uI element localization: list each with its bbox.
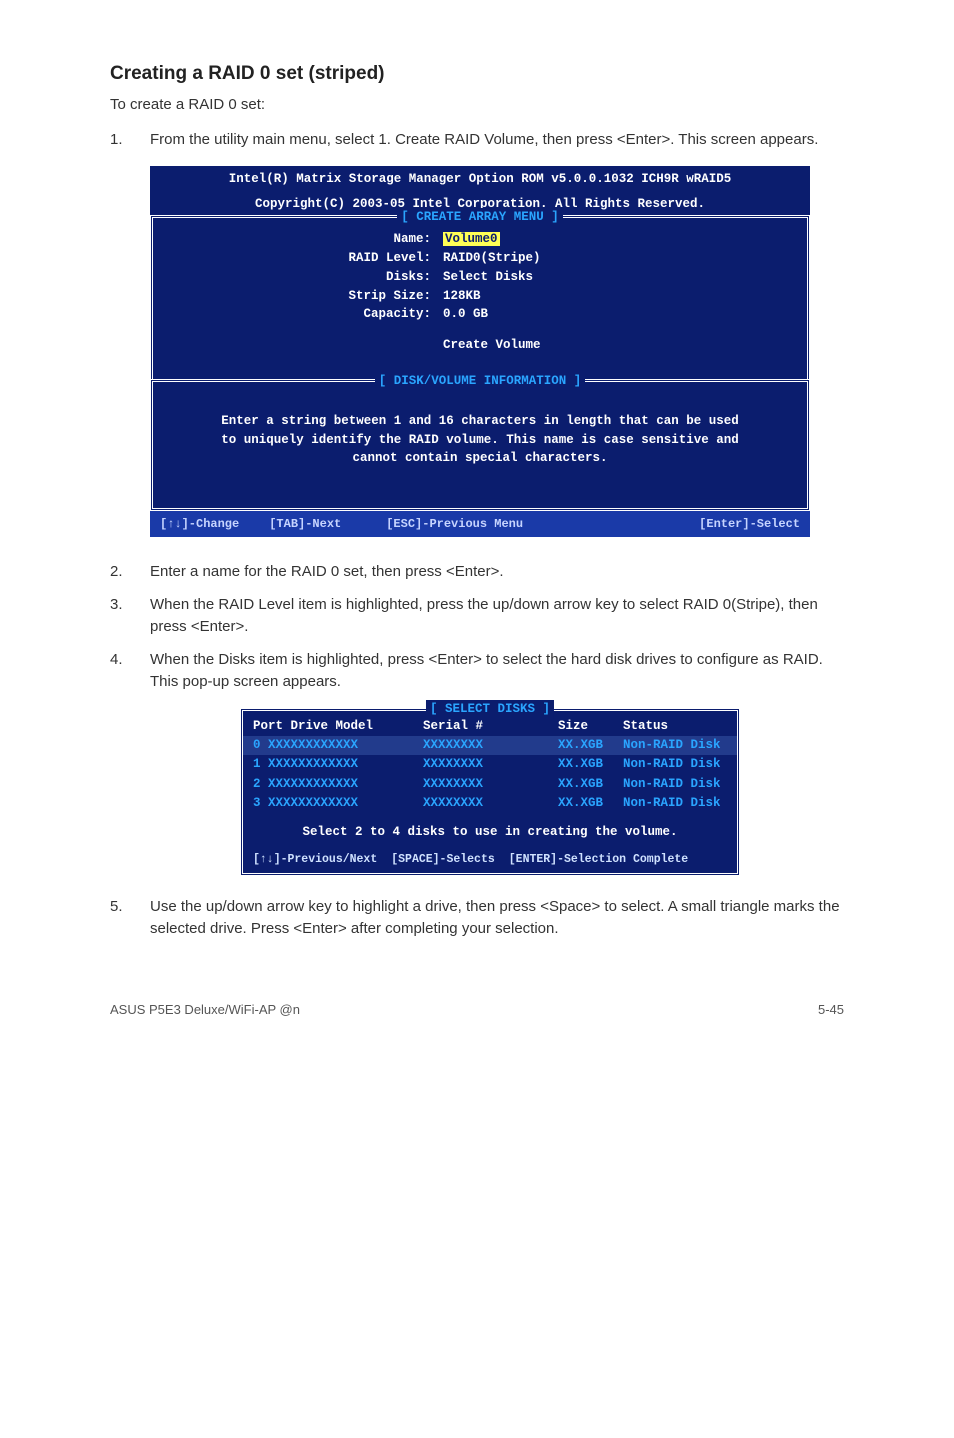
disk-serial: XXXXXXXX — [423, 755, 558, 774]
disk-size: XX.XGB — [558, 775, 623, 794]
step-3-text: When the RAID Level item is highlighted,… — [150, 594, 844, 639]
col-size-header: Size — [558, 717, 623, 736]
step-4-text: When the Disks item is highlighted, pres… — [150, 649, 844, 694]
disks-footer-prevnext: [↑↓]-Previous/Next — [253, 851, 377, 869]
disks-footer-complete: [ENTER]-Selection Complete — [509, 851, 688, 869]
info-line2: to uniquely identify the RAID volume. Th… — [173, 431, 787, 450]
field-capacity-value[interactable]: 0.0 GB — [443, 305, 797, 324]
page-footer: ASUS P5E3 Deluxe/WiFi-AP @n 5-45 — [110, 1001, 844, 1020]
step-2-text: Enter a name for the RAID 0 set, then pr… — [150, 561, 844, 584]
disk-status: Non-RAID Disk — [623, 755, 727, 774]
disk-serial: XXXXXXXX — [423, 775, 558, 794]
select-disks-title: [ SELECT DISKS ] — [426, 700, 554, 719]
disk-status: Non-RAID Disk — [623, 775, 727, 794]
disk-port: 2 XXXXXXXXXXXX — [253, 775, 423, 794]
info-line3: cannot contain special characters. — [173, 449, 787, 468]
create-array-menu-label: [ CREATE ARRAY MENU ] — [397, 208, 563, 227]
field-capacity-label: Capacity: — [163, 305, 443, 324]
step-5-text: Use the up/down arrow key to highlight a… — [150, 896, 844, 941]
footer-left: ASUS P5E3 Deluxe/WiFi-AP @n — [110, 1001, 300, 1020]
disk-row[interactable]: 2 XXXXXXXXXXXX XXXXXXXX XX.XGB Non-RAID … — [253, 775, 727, 794]
bios-create-array-panel: Intel(R) Matrix Storage Manager Option R… — [150, 166, 810, 537]
step-number: 5. — [110, 896, 150, 941]
col-serial-header: Serial # — [423, 717, 558, 736]
select-disks-panel: [ SELECT DISKS ] Port Drive Model Serial… — [240, 708, 740, 876]
disk-row[interactable]: 0 XXXXXXXXXXXX XXXXXXXX XX.XGB Non-RAID … — [243, 736, 737, 755]
info-line1: Enter a string between 1 and 16 characte… — [173, 412, 787, 431]
field-disks-label: Disks: — [163, 268, 443, 287]
disks-header-row: Port Drive Model Serial # Size Status — [253, 717, 727, 736]
step-1-text: From the utility main menu, select 1. Cr… — [150, 129, 844, 152]
bios-footer-bar: [↑↓]-Change [TAB]-Next [ESC]-Previous Me… — [150, 511, 810, 537]
footer-prev: [ESC]-Previous Menu — [386, 515, 523, 533]
disk-port: 1 XXXXXXXXXXXX — [253, 755, 423, 774]
field-stripsize-value[interactable]: 128KB — [443, 287, 797, 306]
disks-info-text: Select 2 to 4 disks to use in creating t… — [253, 813, 727, 848]
disk-row[interactable]: 3 XXXXXXXXXXXX XXXXXXXX XX.XGB Non-RAID … — [253, 794, 727, 813]
footer-next: [TAB]-Next — [269, 515, 341, 533]
disk-volume-info-label: [ DISK/VOLUME INFORMATION ] — [375, 372, 586, 391]
disk-size: XX.XGB — [558, 794, 623, 813]
footer-right: 5-45 — [818, 1001, 844, 1020]
field-disks-value[interactable]: Select Disks — [443, 268, 797, 287]
disk-status: Non-RAID Disk — [623, 794, 727, 813]
step-number: 2. — [110, 561, 150, 584]
disk-serial: XXXXXXXX — [423, 736, 558, 755]
intro-text: To create a RAID 0 set: — [110, 94, 844, 116]
disk-size: XX.XGB — [558, 755, 623, 774]
disks-footer: [↑↓]-Previous/Next [SPACE]-Selects [ENTE… — [253, 849, 727, 869]
disk-serial: XXXXXXXX — [423, 794, 558, 813]
col-status-header: Status — [623, 717, 727, 736]
step-number: 3. — [110, 594, 150, 639]
step-number: 1. — [110, 129, 150, 152]
disk-port: 0 XXXXXXXXXXXX — [253, 736, 423, 755]
field-raidlevel-label: RAID Level: — [163, 249, 443, 268]
field-name-value[interactable]: Volume0 — [443, 232, 500, 246]
disk-row[interactable]: 1 XXXXXXXXXXXX XXXXXXXX XX.XGB Non-RAID … — [253, 755, 727, 774]
field-stripsize-label: Strip Size: — [163, 287, 443, 306]
disks-footer-selects: [SPACE]-Selects — [391, 851, 495, 869]
step-number: 4. — [110, 649, 150, 694]
col-port-header: Port Drive Model — [253, 717, 423, 736]
section-title: Creating a RAID 0 set (striped) — [110, 60, 844, 88]
disk-status: Non-RAID Disk — [623, 736, 727, 755]
footer-change: [↑↓]-Change — [160, 515, 239, 533]
disk-size: XX.XGB — [558, 736, 623, 755]
footer-select: [Enter]-Select — [699, 515, 800, 533]
info-text: Enter a string between 1 and 16 characte… — [163, 388, 797, 496]
field-raidlevel-value[interactable]: RAID0(Stripe) — [443, 249, 797, 268]
create-volume-action[interactable]: Create Volume — [443, 336, 797, 355]
bios-header-line1: Intel(R) Matrix Storage Manager Option R… — [150, 166, 810, 191]
disk-port: 3 XXXXXXXXXXXX — [253, 794, 423, 813]
field-name-label: Name: — [163, 230, 443, 249]
